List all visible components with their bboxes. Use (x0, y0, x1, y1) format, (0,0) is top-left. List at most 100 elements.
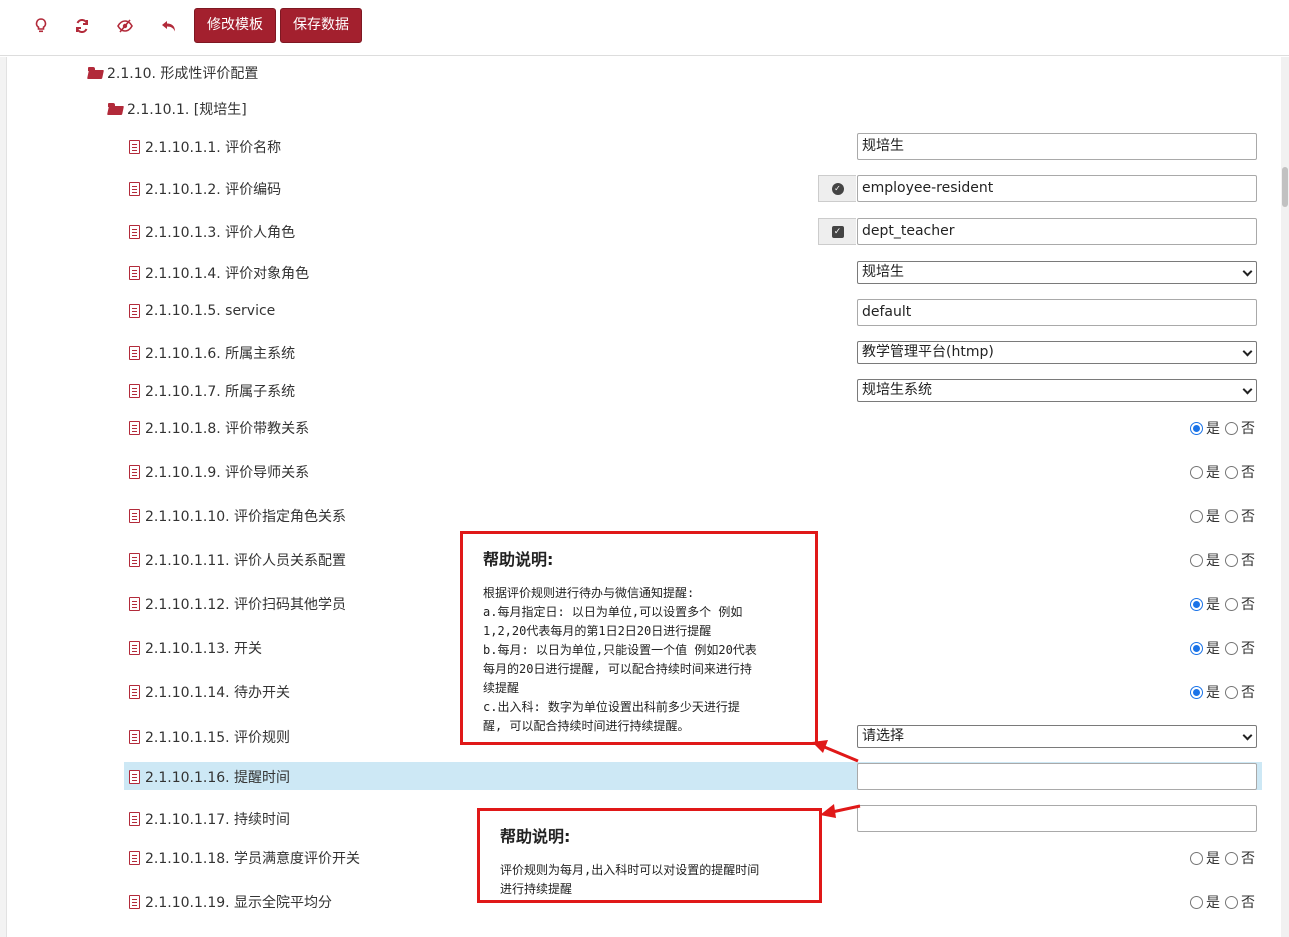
no-radio-label: 否 (1241, 895, 1255, 911)
help-title: 帮助说明: (500, 827, 571, 846)
text-input[interactable]: 规培生 (857, 133, 1257, 160)
row-label-text: 2.1.10.1.15. 评价规则 (145, 730, 291, 746)
tree-folder-formative[interactable]: 2.1.10. 形成性评价配置 (88, 63, 258, 83)
yes-radio[interactable] (1190, 421, 1203, 435)
no-radio[interactable] (1225, 421, 1238, 435)
document-icon (129, 730, 140, 744)
document-icon (129, 895, 140, 909)
row-label-text: 2.1.10.1.11. 评价人员关系配置 (145, 553, 347, 569)
callout-arrow-icon (812, 740, 859, 763)
text-input[interactable]: default (857, 299, 1257, 326)
document-icon (129, 553, 140, 567)
yes-radio-label: 是 (1206, 641, 1220, 657)
row-label: 2.1.10.1.5. service (129, 303, 275, 319)
refresh-icon[interactable] (70, 14, 94, 38)
row-label-text: 2.1.10.1.13. 开关 (145, 641, 263, 657)
no-radio-label: 否 (1241, 509, 1255, 525)
select-dropdown[interactable]: 教学管理平台(htmp) (857, 341, 1257, 364)
no-radio-label: 否 (1241, 641, 1255, 657)
row-label-text: 2.1.10.1.17. 持续时间 (145, 812, 291, 828)
row-label: 2.1.10.1.15. 评价规则 (129, 727, 290, 747)
select-value: 规培生系统 (862, 382, 932, 398)
help-callout-duration: 帮助说明: 评价规则为每月,出入科时可以对设置的提醒时间 进行持续提醒 (477, 808, 822, 903)
text-input[interactable] (857, 763, 1257, 790)
no-radio[interactable] (1225, 685, 1238, 699)
row-label-text: 2.1.10.1.14. 待办开关 (145, 685, 291, 701)
document-icon (129, 182, 140, 196)
row-label: 2.1.10.1.16. 提醒时间 (129, 767, 290, 787)
document-icon (129, 770, 140, 784)
text-input[interactable] (857, 805, 1257, 832)
yes-radio[interactable] (1190, 895, 1203, 909)
tree-folder-resident[interactable]: 2.1.10.1. [规培生] (108, 99, 247, 119)
row-label: 2.1.10.1.8. 评价带教关系 (129, 418, 309, 438)
row-label: 2.1.10.1.10. 评价指定角色关系 (129, 506, 346, 526)
select-dropdown[interactable]: 规培生 (857, 261, 1257, 284)
yes-radio[interactable] (1190, 509, 1203, 523)
document-icon (129, 421, 140, 435)
text-input[interactable]: employee-resident (857, 175, 1257, 202)
row-label-text: 2.1.10.1.7. 所属子系统 (145, 384, 296, 400)
save-data-button[interactable]: 保存数据 (280, 8, 362, 43)
scroll-thumb[interactable] (1282, 167, 1288, 207)
no-radio-label: 否 (1241, 421, 1255, 437)
folder-label: 2.1.10.1. [规培生] (127, 102, 247, 118)
row-label-text: 2.1.10.1.12. 评价扫码其他学员 (145, 597, 347, 613)
yes-radio[interactable] (1190, 597, 1203, 611)
bulb-icon[interactable] (29, 14, 53, 38)
no-radio[interactable] (1225, 641, 1238, 655)
no-radio[interactable] (1225, 895, 1238, 909)
folder-label: 2.1.10. 形成性评价配置 (107, 66, 259, 82)
row-label: 2.1.10.1.2. 评价编码 (129, 179, 281, 199)
row-label-text: 2.1.10.1.5. service (145, 303, 276, 319)
left-gutter (0, 57, 7, 937)
callout-arrow-icon (820, 804, 861, 818)
row-label: 2.1.10.1.7. 所属子系统 (129, 381, 295, 401)
yes-radio-label: 是 (1206, 465, 1220, 481)
row-label-text: 2.1.10.1.1. 评价名称 (145, 140, 282, 156)
no-radio[interactable] (1225, 465, 1238, 479)
config-row: 2.1.10.1.10. 评价指定角色关系 (124, 501, 1262, 529)
no-radio[interactable] (1225, 553, 1238, 567)
help-callout-rule: 帮助说明: 根据评价规则进行待办与微信通知提醒: a.每月指定日: 以日为单位,… (460, 531, 818, 745)
yes-no-radio-group: 是否 (1190, 594, 1258, 614)
help-title: 帮助说明: (483, 550, 554, 569)
yes-radio[interactable] (1190, 685, 1203, 699)
row-label-text: 2.1.10.1.18. 学员满意度评价开关 (145, 851, 361, 867)
select-value: 请选择 (862, 728, 904, 744)
document-icon (129, 140, 140, 154)
chevron-down-icon (1242, 266, 1253, 277)
text-input[interactable]: dept_teacher (857, 218, 1257, 245)
no-radio-label: 否 (1241, 553, 1255, 569)
select-dropdown[interactable]: 规培生系统 (857, 379, 1257, 402)
select-value: 教学管理平台(htmp) (862, 344, 994, 360)
check-circle-icon[interactable]: ✓ (818, 175, 856, 202)
row-label: 2.1.10.1.12. 评价扫码其他学员 (129, 594, 346, 614)
row-label: 2.1.10.1.19. 显示全院平均分 (129, 892, 332, 912)
yes-radio-label: 是 (1206, 895, 1220, 911)
document-icon (129, 685, 140, 699)
row-label-text: 2.1.10.1.2. 评价编码 (145, 182, 282, 198)
yes-no-radio-group: 是否 (1190, 638, 1258, 658)
help-text: 根据评价规则进行待办与微信通知提醒: a.每月指定日: 以日为单位,可以设置多个… (483, 586, 757, 733)
no-radio[interactable] (1225, 851, 1238, 865)
no-radio[interactable] (1225, 509, 1238, 523)
yes-no-radio-group: 是否 (1190, 550, 1258, 570)
vertical-scrollbar[interactable] (1281, 57, 1289, 937)
yes-radio[interactable] (1190, 641, 1203, 655)
undo-icon[interactable] (157, 14, 181, 38)
row-label: 2.1.10.1.13. 开关 (129, 638, 262, 658)
check-square-icon[interactable]: ✓ (818, 218, 856, 245)
row-label-text: 2.1.10.1.9. 评价导师关系 (145, 465, 310, 481)
no-radio[interactable] (1225, 597, 1238, 611)
eye-slash-icon[interactable] (113, 14, 137, 38)
edit-template-button[interactable]: 修改模板 (194, 8, 276, 43)
yes-radio-label: 是 (1206, 685, 1220, 701)
select-dropdown[interactable]: 请选择 (857, 725, 1257, 748)
yes-radio[interactable] (1190, 465, 1203, 479)
yes-radio[interactable] (1190, 553, 1203, 567)
yes-radio[interactable] (1190, 851, 1203, 865)
row-label-text: 2.1.10.1.6. 所属主系统 (145, 346, 296, 362)
row-label: 2.1.10.1.1. 评价名称 (129, 137, 281, 157)
row-label-text: 2.1.10.1.4. 评价对象角色 (145, 266, 310, 282)
